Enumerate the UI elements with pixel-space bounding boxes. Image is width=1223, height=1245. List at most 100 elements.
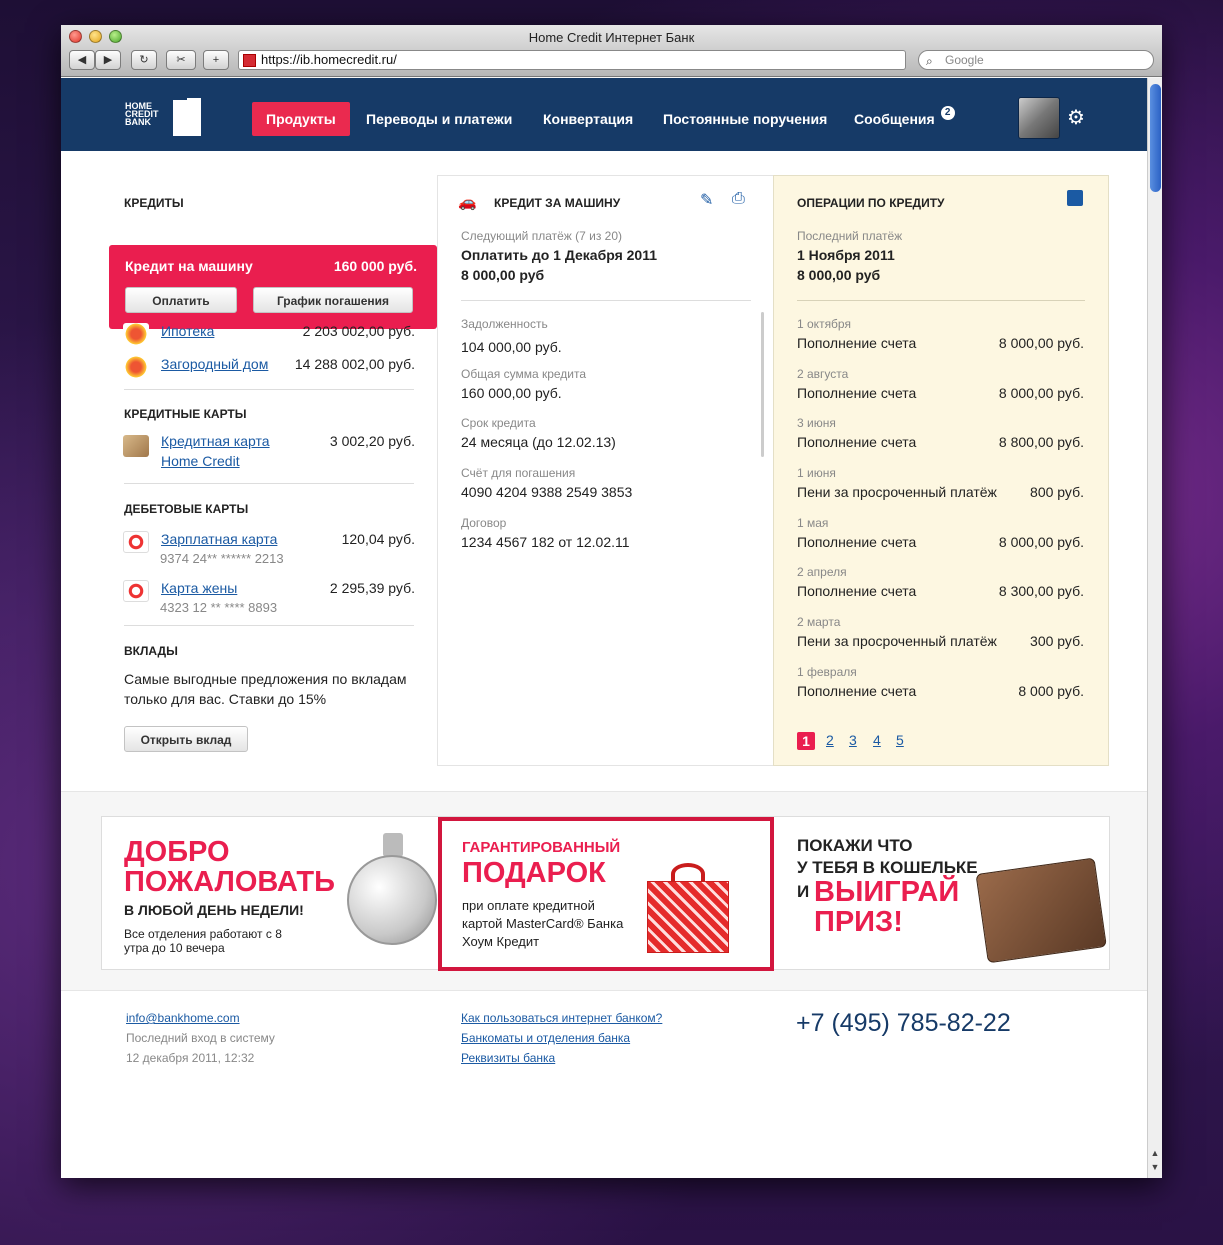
- logo-text: HOME CREDIT BANK: [125, 101, 159, 127]
- field-label: Счёт для погашения: [461, 466, 576, 480]
- snippet-button[interactable]: ✂: [166, 50, 196, 70]
- reload-button[interactable]: ↻: [131, 50, 157, 70]
- debit-card-amount: 2 295,39 руб.: [329, 580, 415, 596]
- page-2[interactable]: 2: [826, 732, 834, 748]
- forward-button[interactable]: ▶: [95, 50, 121, 70]
- footer-email-link[interactable]: info@bankhome.com: [126, 1011, 240, 1025]
- user-avatar[interactable]: [1018, 97, 1060, 139]
- debit-card-item[interactable]: Зарплатная карта 120,04 руб. 9374 24** *…: [123, 531, 415, 571]
- credit-card-name-line1[interactable]: Кредитная карта: [161, 433, 270, 449]
- field-value: 160 000,00 руб.: [461, 385, 562, 401]
- scroll-down-arrow-icon[interactable]: ▼: [1148, 1162, 1162, 1176]
- lifebuoy-card-icon: [123, 580, 149, 602]
- credit-item-mortgage[interactable]: Ипотека 2 203 002,00 руб.: [123, 323, 415, 347]
- field-value: 1234 4567 182 от 12.02.11: [461, 534, 630, 550]
- browser-search-field[interactable]: ⌕ Google: [918, 50, 1154, 70]
- messages-count-badge: 2: [940, 106, 955, 120]
- footer-link-howto[interactable]: Как пользоваться интернет банком?: [461, 1011, 662, 1025]
- main-content: КРЕДИТЫ Кредит на машину 160 000 руб. Оп…: [61, 151, 1147, 791]
- panel-scrollbar[interactable]: [761, 312, 764, 457]
- debit-card-item[interactable]: Карта жены 2 295,39 руб. 4323 12 ** ****…: [123, 580, 415, 620]
- promo-band: ДОБРО ПОЖАЛОВАТЬ В ЛЮБОЙ ДЕНЬ НЕДЕЛИ! Вс…: [61, 791, 1147, 991]
- divider: [461, 300, 751, 301]
- back-button[interactable]: ◀: [69, 50, 95, 70]
- page: HOME CREDIT BANK Продукты Переводы и пла…: [61, 78, 1147, 1178]
- page-1[interactable]: 1: [797, 732, 815, 750]
- print-icon[interactable]: ⎙: [732, 190, 745, 208]
- address-bar[interactable]: https://ib.homecredit.ru/: [238, 50, 906, 70]
- credit-details-title: КРЕДИТ ЗА МАШИНУ: [494, 196, 621, 210]
- divider: [124, 483, 414, 484]
- operation-date: 1 мая: [797, 516, 829, 530]
- debit-card-name[interactable]: Зарплатная карта: [161, 531, 277, 547]
- nav-standing-orders[interactable]: Постоянные поручения: [649, 102, 841, 136]
- page-4[interactable]: 4: [873, 732, 881, 748]
- operation-date: 2 марта: [797, 615, 841, 629]
- bank-logo[interactable]: HOME CREDIT BANK: [125, 98, 205, 138]
- credit-item-country-house[interactable]: Загородный дом 14 288 002,00 руб.: [123, 356, 415, 380]
- operations-title: ОПЕРАЦИИ ПО КРЕДИТУ: [797, 196, 945, 210]
- stopwatch-icon: [347, 827, 437, 967]
- scrollbar-thumb[interactable]: [1150, 84, 1161, 192]
- credit-card-item[interactable]: Кредитная карта Home Credit 3 002,20 руб…: [123, 433, 415, 475]
- wallet-win-line2: ПРИЗ!: [814, 906, 903, 938]
- pay-button[interactable]: Оплатить: [125, 287, 237, 313]
- operation-name: Пополнение счета: [797, 385, 917, 401]
- nav-conversion[interactable]: Конвертация: [529, 102, 647, 136]
- footer-link-requisites[interactable]: Реквизиты банка: [461, 1051, 555, 1065]
- forward-arrow-icon: ▶: [103, 54, 113, 66]
- scroll-up-arrow-icon[interactable]: ▲: [1148, 1148, 1162, 1162]
- operation-amount: 8 000,00 руб.: [998, 335, 1084, 351]
- page-5[interactable]: 5: [896, 732, 904, 748]
- operation-amount: 8 300,00 руб.: [998, 583, 1084, 599]
- next-payment-amount: 8 000,00 руб: [461, 267, 545, 283]
- credit-card-name-line2[interactable]: Home Credit: [161, 453, 240, 469]
- credit-item-name[interactable]: Загородный дом: [161, 356, 268, 372]
- operation-name: Пени за просроченный платёж: [797, 484, 997, 500]
- welcome-note: Все отделения работают с 8 утра до 10 ве…: [124, 927, 282, 955]
- schedule-button[interactable]: График погашения: [253, 287, 413, 313]
- deposits-text: Самые выгодные предложения по вкладам то…: [124, 669, 424, 709]
- page-scrollbar[interactable]: ▲ ▼: [1147, 78, 1162, 1178]
- open-deposit-button[interactable]: Открыть вклад: [124, 726, 248, 752]
- scissors-icon: ✂: [176, 54, 186, 66]
- wallet-icon: [975, 857, 1114, 975]
- credit-item-name[interactable]: Ипотека: [161, 323, 214, 339]
- edit-pencil-icon[interactable]: ✎: [700, 190, 713, 210]
- deposits-heading: ВКЛАДЫ: [124, 644, 178, 658]
- debit-card-name[interactable]: Карта жены: [161, 580, 237, 596]
- last-login-label: Последний вход в систему: [126, 1031, 275, 1045]
- page-3[interactable]: 3: [849, 732, 857, 748]
- last-payment-date: 1 Ноября 2011: [797, 247, 895, 263]
- selected-credit-card[interactable]: Кредит на машину 160 000 руб. Оплатить Г…: [109, 245, 445, 329]
- operation-date: 2 августа: [797, 367, 849, 381]
- gift-icon: [123, 323, 149, 345]
- nav-transfers[interactable]: Переводы и платежи: [352, 102, 526, 136]
- credit-details-panel: 🚗 КРЕДИТ ЗА МАШИНУ ✎ ⎙ Следующий платёж …: [437, 175, 774, 766]
- add-bookmark-button[interactable]: +: [203, 50, 229, 70]
- wallet-win-line1: ВЫИГРАЙ: [814, 876, 960, 908]
- nav-messages[interactable]: Сообщения 2: [840, 102, 955, 136]
- gift-heading-line2: ПОДАРОК: [462, 857, 606, 889]
- settings-gear-icon[interactable]: ⚙: [1067, 105, 1085, 130]
- wallet-win: ВЫИГРАЙ ПРИЗ!: [814, 877, 959, 937]
- browser-toolbar: Home Credit Интернет Банк ◀ ▶ ↻ ✂ + http…: [61, 25, 1162, 77]
- gift-text: при оплате кредитной картой MasterCard® …: [462, 898, 624, 949]
- nav-products[interactable]: Продукты: [252, 102, 350, 136]
- next-payment-label: Следующий платёж (7 из 20): [461, 229, 623, 243]
- logo-mark-left: [173, 100, 187, 136]
- operation-name: Пополнение счета: [797, 534, 917, 550]
- operation-name: Пополнение счета: [797, 683, 917, 699]
- address-bar-url: https://ib.homecredit.ru/: [261, 52, 397, 67]
- credits-heading: КРЕДИТЫ: [124, 196, 184, 210]
- operation-date: 1 февраля: [797, 665, 857, 679]
- credit-item-amount: 14 288 002,00 руб.: [294, 356, 415, 372]
- footer-link-atms[interactable]: Банкоматы и отделения банка: [461, 1031, 630, 1045]
- operation-amount: 8 000,00 руб.: [998, 385, 1084, 401]
- calendar-icon[interactable]: [1067, 190, 1083, 206]
- field-label: Общая сумма кредита: [461, 367, 587, 381]
- operation-amount: 8 000 руб.: [1018, 683, 1084, 699]
- gift-banner[interactable]: ГАРАНТИРОВАННЫЙ ПОДАРОК при оплате креди…: [438, 817, 774, 971]
- plus-icon: +: [212, 54, 220, 66]
- welcome-sub: В ЛЮБОЙ ДЕНЬ НЕДЕЛИ!: [124, 902, 304, 918]
